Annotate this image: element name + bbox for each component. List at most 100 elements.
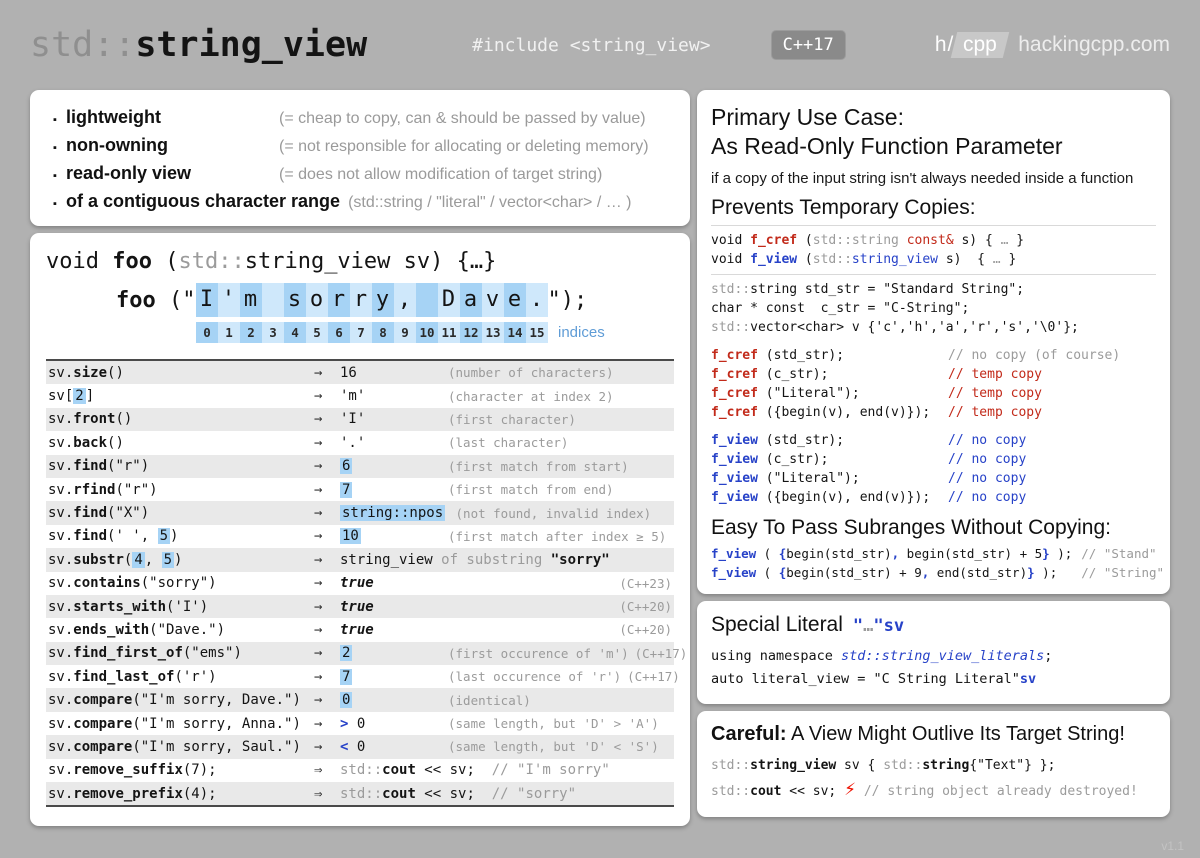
arrow: ⇒	[314, 762, 340, 778]
method-expression: sv.compare("I'm sorry, Saul.")	[48, 739, 314, 755]
arrow: →	[314, 716, 340, 732]
site-link[interactable]: hackingcpp.com	[1018, 33, 1170, 57]
cpp-version-note: (C++17)	[635, 646, 688, 661]
use-case-title: Primary Use Case: As Read-Only Function …	[711, 103, 1156, 161]
result-value: 6	[340, 458, 448, 474]
table-row: sv.size()→16(number of characters)	[46, 361, 674, 384]
function-signature: void foo (std::string_view sv) {…}	[46, 249, 674, 274]
code-comment: // temp copy	[948, 365, 1042, 384]
method-expression: sv.rfind("r")	[48, 482, 314, 498]
method-expression: sv.remove_prefix(4);	[48, 786, 314, 802]
index-cell: 11	[438, 322, 460, 343]
method-expression: sv.back()	[48, 435, 314, 451]
code-line: f_cref ({begin(v), end(v)});// temp copy	[711, 403, 1156, 422]
table-row: sv.contains("sorry")→true(C++23)	[46, 572, 674, 595]
result-value: < 0	[340, 739, 448, 755]
code-comment: // no copy (of course)	[948, 346, 1120, 365]
result-note: (last character)	[448, 435, 666, 450]
cpp-version-note: (C++20)	[619, 622, 672, 637]
index-cell: 8	[372, 322, 394, 343]
table-row: sv.find_last_of('r')→7(last occurence of…	[46, 665, 674, 688]
result-value: std::cout << sv; // "I'm sorry"	[340, 762, 610, 778]
result-note: (first occurence of 'm')	[448, 646, 629, 661]
use-case-subtitle: if a copy of the input string isn't alwa…	[711, 170, 1156, 187]
string-char: o	[306, 283, 328, 317]
index-cell: 15	[526, 322, 548, 343]
code-comment: // temp copy	[948, 384, 1042, 403]
arrow: →	[314, 528, 340, 544]
arrow: →	[314, 482, 340, 498]
variables-code-block: std::string std_str = "Standard String";…	[711, 280, 1156, 337]
index-cell: 10	[416, 322, 438, 343]
subranges-code-block: f_view ( {begin(std_str), begin(std_str)…	[711, 544, 1156, 582]
result-note: (same length, but 'D' < 'S')	[448, 739, 666, 754]
divider	[711, 274, 1156, 275]
index-cell: 4	[284, 322, 306, 343]
bullet-marker: ▪	[44, 170, 66, 182]
title-typename: string_view	[135, 25, 367, 65]
bullet-marker: ▪	[44, 198, 66, 210]
logo-h: h	[935, 33, 947, 57]
index-cell: 12	[460, 322, 482, 343]
code-line: auto literal_view = "C String Literal"sv	[711, 668, 1156, 691]
table-row: sv[2]→'m'(character at index 2)	[46, 384, 674, 407]
method-expression: sv.find(' ', 5)	[48, 528, 314, 544]
method-expression: sv.compare("I'm sorry, Dave.")	[48, 692, 314, 708]
code-line: f_view ("Literal");// no copy	[711, 469, 1156, 488]
result-value: 'm'	[340, 388, 448, 404]
include-directive: #include <string_view>	[472, 35, 710, 56]
string-char	[416, 283, 438, 317]
feature-list: ▪lightweight(= cheap to copy, can & shou…	[44, 103, 676, 215]
feature-term: non-owning	[66, 135, 279, 156]
page-title: std::string_view	[30, 25, 367, 65]
feature-term: of a contiguous character range	[66, 191, 348, 212]
code-line: f_cref ("Literal");// temp copy	[711, 384, 1156, 403]
string-char: m	[240, 283, 262, 317]
code-line: f_cref (c_str);// temp copy	[711, 365, 1156, 384]
site-logo[interactable]: h / cpp hackingcpp.com	[935, 32, 1170, 58]
string-char: D	[438, 283, 460, 317]
code-comment: // "Stand"	[1081, 544, 1156, 563]
feature-item: ▪non-owning(= not responsible for alloca…	[44, 131, 676, 159]
feature-term: read-only view	[66, 163, 279, 184]
table-row: sv.find("r")→6(first match from start)	[46, 455, 674, 478]
code-line: std::cout << sv; ⚡ // string object alre…	[711, 778, 1156, 804]
result-value: 7	[340, 669, 448, 685]
result-value: true	[340, 599, 448, 615]
code-comment: // "String"	[1081, 563, 1164, 582]
result-note: (first match after index ≥ 5)	[448, 529, 666, 544]
features-card: ▪lightweight(= cheap to copy, can & shou…	[30, 90, 690, 226]
indices-row: 0123456789101112131415 indices	[196, 322, 674, 343]
method-expression: sv.find("X")	[48, 505, 314, 521]
result-value: 'I'	[340, 411, 448, 427]
left-column: ▪lightweight(= cheap to copy, can & shou…	[30, 90, 690, 826]
string-char: '	[218, 283, 240, 317]
string-char: a	[460, 283, 482, 317]
bullet-marker: ▪	[44, 114, 66, 126]
bullet-marker: ▪	[44, 142, 66, 154]
result-value: true	[340, 575, 448, 591]
method-expression: sv.substr(4, 5)	[48, 552, 314, 568]
method-expression: sv.contains("sorry")	[48, 575, 314, 591]
careful-code-block: std::string_view sv { std::string{"Text"…	[711, 754, 1156, 804]
title-namespace: std::	[30, 25, 135, 65]
table-row: sv.remove_prefix(4);⇒std::cout << sv; //…	[46, 782, 674, 805]
literal-code-block: using namespace std::string_view_literal…	[711, 645, 1156, 691]
code-line: f_view ( {begin(std_str) + 9, end(std_st…	[711, 563, 1156, 582]
careful-title: Careful: A View Might Outlive Its Target…	[711, 723, 1156, 746]
table-row: sv.compare("I'm sorry, Anna.")→> 0(same …	[46, 712, 674, 735]
string-char: s	[284, 283, 306, 317]
feature-note: (= not responsible for allocating or del…	[279, 138, 649, 156]
code-comment: // no copy	[948, 488, 1026, 507]
indices-label: indices	[558, 324, 605, 341]
string-char: y	[372, 283, 394, 317]
method-expression: sv.find_last_of('r')	[48, 669, 314, 685]
code-line: char * const c_str = "C-String";	[711, 299, 1156, 318]
function-call-line: foo ("I'm sorry, Dave.");	[116, 283, 674, 317]
index-cell: 9	[394, 322, 416, 343]
feature-item: ▪read-only view(= does not allow modific…	[44, 159, 676, 187]
code-line: f_view (std_str);// no copy	[711, 431, 1156, 450]
index-cells: 0123456789101112131415	[196, 322, 548, 343]
method-table: sv.size()→16(number of characters)sv[2]→…	[46, 359, 674, 807]
cref-calls-block: f_cref (std_str);// no copy (of course)f…	[711, 346, 1156, 422]
